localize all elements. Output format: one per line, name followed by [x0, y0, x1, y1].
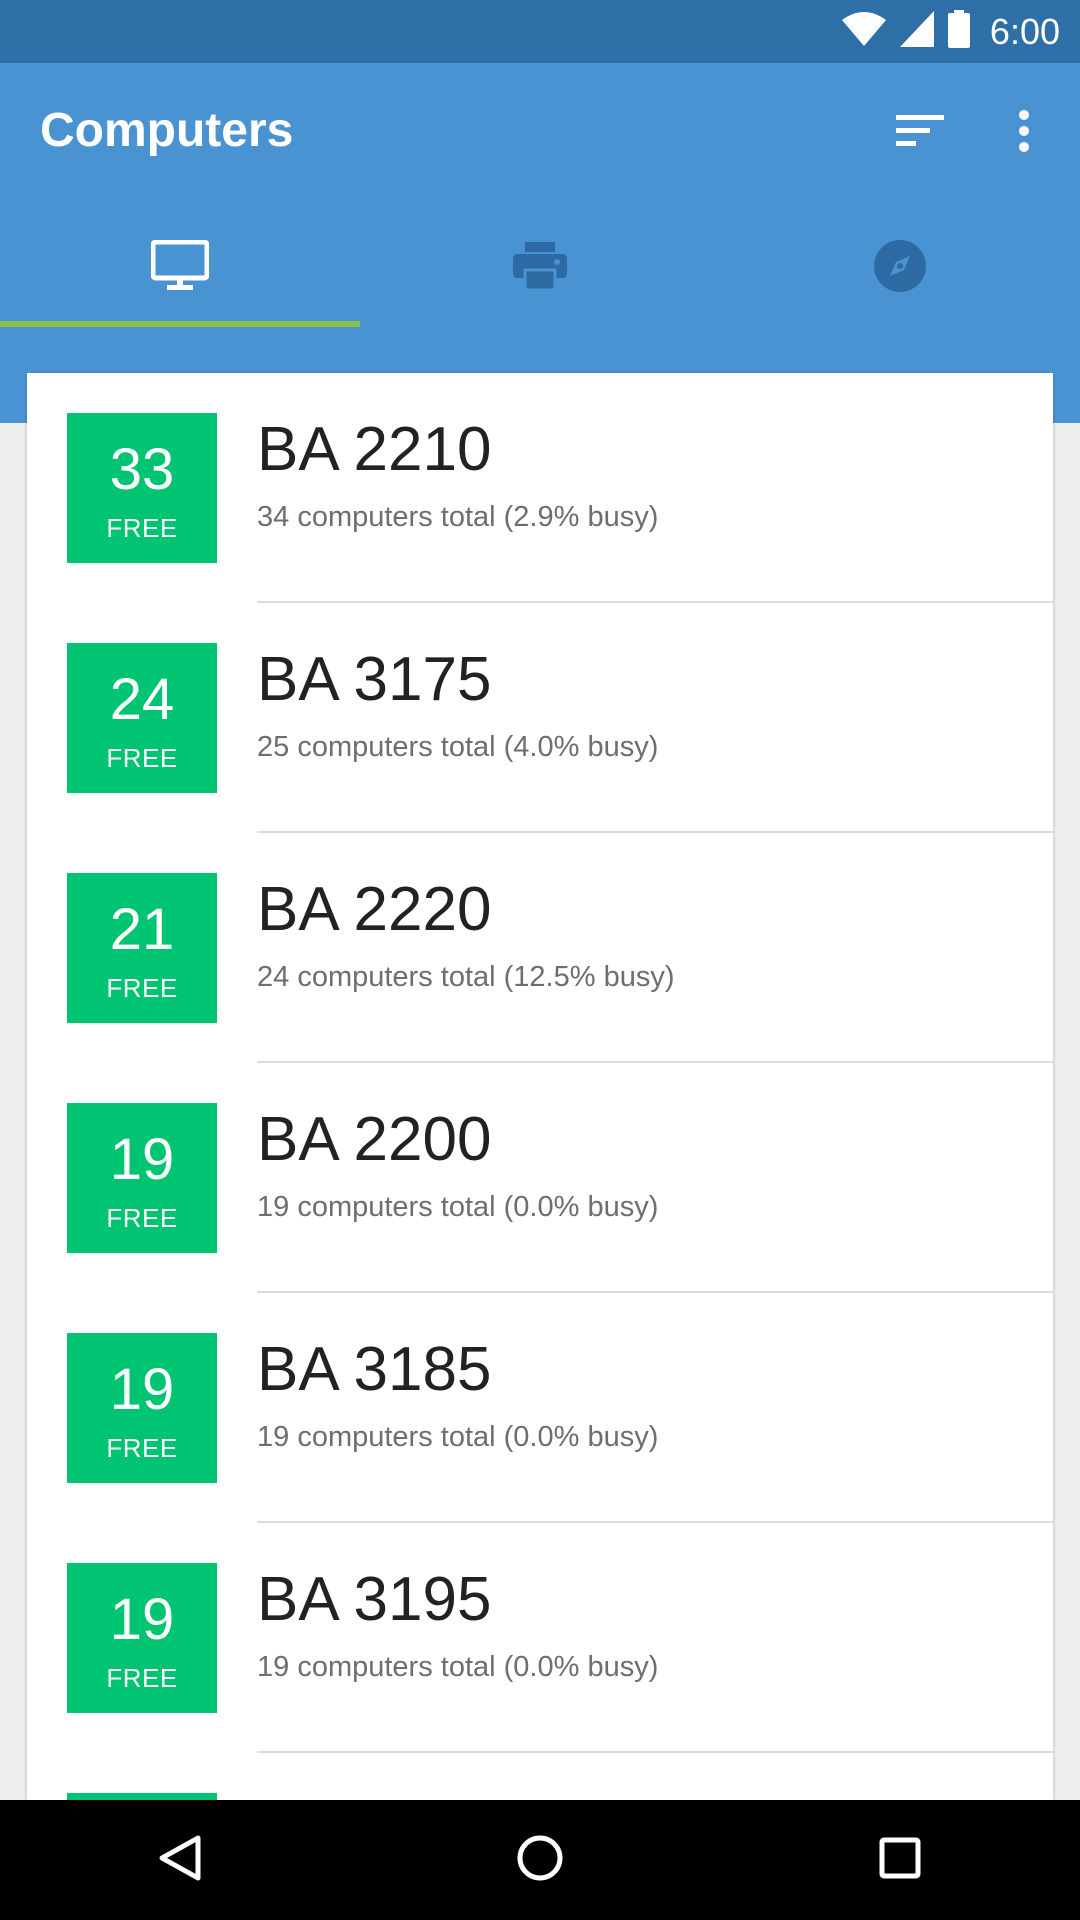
room-detail: 34 computers total (2.9% busy) [257, 501, 659, 533]
room-name: BA 2220 [257, 875, 492, 944]
lab-list-card: 33 FREE BA 2210 34 computers total (2.9% bu… [27, 373, 1053, 1800]
recents-square-icon [878, 1836, 922, 1885]
back-button[interactable] [120, 1800, 240, 1920]
room-detail: 24 computers total (12.5% busy) [257, 961, 675, 993]
back-triangle-icon [158, 1834, 202, 1887]
lab-list-item[interactable]: 33 FREE BA 2210 34 computers total (2.9% bu… [27, 373, 1053, 603]
free-count: 19 [109, 1357, 175, 1422]
tab-bar [0, 213, 1080, 327]
free-count: 24 [109, 667, 175, 732]
compass-icon [873, 239, 927, 298]
room-detail: 25 computers total (4.0% busy) [257, 731, 659, 763]
page-title: Computers [40, 104, 294, 157]
free-count: 33 [109, 437, 175, 502]
lab-list-item[interactable]: 19 FREE BA 3195 19 computers total (0.0% bu… [27, 1523, 1053, 1753]
lab-list-item-partial[interactable] [27, 1753, 1053, 1800]
room-detail: 19 computers total (0.0% busy) [257, 1421, 659, 1453]
tab-computers[interactable] [0, 213, 360, 327]
room-detail: 19 computers total (0.0% busy) [257, 1651, 659, 1683]
wifi-icon [841, 12, 886, 51]
room-name: BA 3185 [257, 1335, 492, 1404]
app-bar: Computers [0, 63, 1080, 423]
room-detail: 19 computers total (0.0% busy) [257, 1191, 659, 1223]
free-count-badge: 24 FREE [67, 643, 217, 793]
sort-button[interactable] [884, 97, 956, 169]
free-count: 19 [109, 1127, 175, 1192]
free-count-badge: 21 FREE [67, 873, 217, 1023]
tab-printers[interactable] [360, 213, 720, 323]
room-name: BA 3175 [257, 645, 492, 714]
status-icons: 6:00 [841, 0, 1060, 63]
free-label: FREE [106, 1433, 178, 1463]
sort-icon [896, 113, 944, 154]
room-name: BA 2200 [257, 1105, 492, 1174]
monitor-icon [150, 239, 210, 297]
lab-list-item[interactable]: 19 FREE BA 3185 19 computers total (0.0% bu… [27, 1293, 1053, 1523]
room-name: BA 3195 [257, 1565, 492, 1634]
more-vert-icon [1017, 109, 1031, 157]
free-label: FREE [106, 1203, 178, 1233]
free-count-badge [67, 1793, 217, 1800]
tab-explore[interactable] [720, 213, 1080, 323]
home-circle-icon [516, 1834, 564, 1887]
free-count-badge: 33 FREE [67, 413, 217, 563]
system-nav-bar [0, 1800, 1080, 1920]
tab-indicator [0, 321, 360, 327]
lab-list-item[interactable]: 24 FREE BA 3175 25 computers total (4.0% bu… [27, 603, 1053, 833]
free-count-badge: 19 FREE [67, 1103, 217, 1253]
free-count: 19 [109, 1587, 175, 1652]
cell-signal-icon [899, 11, 934, 52]
lab-list-item[interactable]: 21 FREE BA 2220 24 computers total (12.5% b… [27, 833, 1053, 1063]
lab-list-item[interactable]: 19 FREE BA 2200 19 computers total (0.0% bu… [27, 1063, 1053, 1293]
free-count-badge: 19 FREE [67, 1563, 217, 1713]
free-label: FREE [106, 1663, 178, 1693]
status-bar: 6:00 [0, 0, 1080, 63]
free-label: FREE [106, 743, 178, 773]
home-button[interactable] [480, 1800, 600, 1920]
status-time: 6:00 [989, 10, 1060, 52]
free-label: FREE [106, 973, 178, 1003]
battery-icon [947, 10, 970, 53]
printer-icon [513, 241, 567, 295]
room-name: BA 2210 [257, 415, 492, 484]
free-count: 21 [109, 897, 175, 962]
free-count-badge: 19 FREE [67, 1333, 217, 1483]
recents-button[interactable] [840, 1800, 960, 1920]
more-options-button[interactable] [988, 97, 1060, 169]
free-label: FREE [106, 513, 178, 543]
